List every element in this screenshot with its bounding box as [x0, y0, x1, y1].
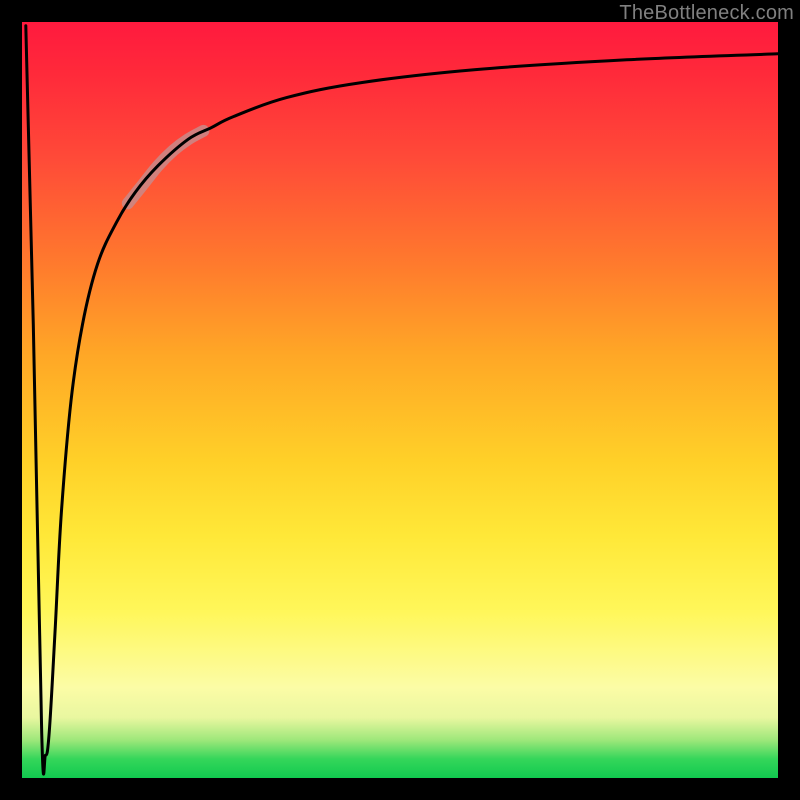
highlight-segment — [128, 131, 204, 204]
curve-layer — [22, 22, 778, 778]
chart-frame: TheBottleneck.com — [0, 0, 800, 800]
plot-area — [22, 22, 778, 778]
attribution-text: TheBottleneck.com — [619, 2, 794, 25]
bottleneck-curve — [26, 26, 778, 774]
